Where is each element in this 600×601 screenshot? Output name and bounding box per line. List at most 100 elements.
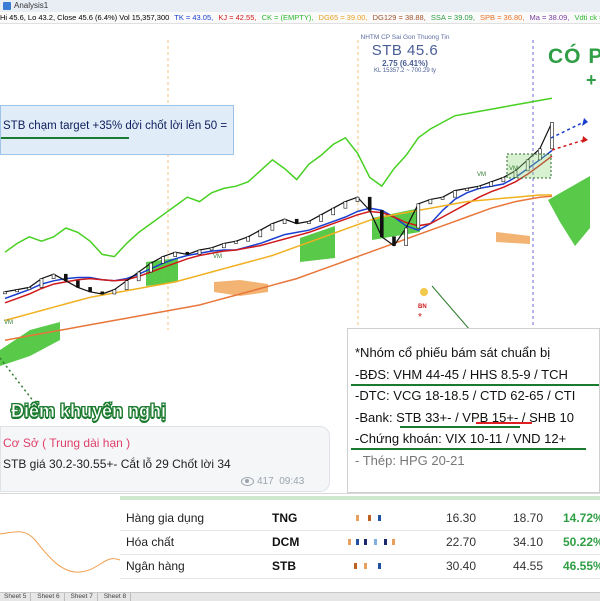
- price-candle: [161, 256, 165, 264]
- watchlist-line: -DTC: VCG 18-18.5 / CTD 62-65 / CTI: [355, 388, 576, 403]
- current-price: 34.10: [513, 535, 544, 549]
- ichimoku-cloud-green: [0, 322, 60, 366]
- watchlist-line: -Bank: STB 33+- / VPB 15+- / SHB 10: [355, 410, 574, 425]
- series-line-dg129: [4, 195, 553, 341]
- message-time: 09:43: [279, 476, 305, 487]
- ssa-value: SSA = 39.09,: [430, 13, 475, 22]
- mini-heat-cells: [348, 536, 398, 548]
- company-name: NHTM CP Sai Gon Thuong Tin: [360, 34, 450, 41]
- price-candle: [428, 199, 433, 205]
- signal-dot: [420, 288, 428, 296]
- price-candle: [379, 210, 384, 238]
- price-candle: [452, 190, 457, 198]
- watchlist-panel: *Nhóm cổ phiếu bám sát chuẩn bị -BĐS: VH…: [347, 328, 600, 493]
- price-candle: [197, 249, 202, 255]
- price-candle: [234, 240, 238, 244]
- mini-chart: [0, 531, 120, 573]
- sector-name: Ngân hàng: [126, 559, 185, 573]
- mini-heat-cells: [348, 512, 398, 524]
- dg65-value: DG65 = 39.00,: [318, 13, 368, 22]
- watchlist-line: - Thép: HPG 20-21: [355, 453, 465, 468]
- price-candle: [258, 229, 263, 238]
- price-candle: [27, 287, 32, 290]
- price-candle: [64, 273, 68, 282]
- ma-value: Ma = 38.09,: [529, 13, 570, 22]
- message-card: Cơ Sở ( Trung dài hạn ) STB giá 30.2-30.…: [0, 426, 330, 492]
- message-title: Cơ Sở ( Trung dài hạn ): [3, 436, 131, 450]
- star-marker: *: [418, 312, 422, 323]
- pointer-line: [431, 285, 471, 331]
- price-candle: [440, 196, 445, 200]
- arrowhead-icon: [582, 136, 588, 143]
- price-candle: [550, 122, 554, 150]
- price-candle: [392, 236, 396, 246]
- price-candle: [76, 280, 80, 288]
- vol-ck-value: Vdti ck = (EMPTY): [574, 13, 600, 22]
- series-line-kj: [4, 155, 553, 304]
- table-row[interactable]: Hóa chất DCM 22.70 34.10 50.22%: [120, 530, 600, 555]
- gain-percent: 50.22%: [563, 535, 600, 549]
- price-candle: [465, 188, 469, 191]
- entry-price: 30.40: [446, 559, 477, 573]
- price-candle: [173, 251, 177, 257]
- gain-percent: 14.72%: [563, 511, 600, 525]
- price-candle: [51, 273, 56, 279]
- current-price: 44.55: [513, 559, 544, 573]
- price-candle: [112, 289, 117, 295]
- mini-chart-line: [0, 531, 120, 573]
- sector-name: Hàng gia dụng: [126, 511, 205, 525]
- vm-marker: VM: [477, 172, 486, 178]
- vm-marker: VM: [4, 320, 13, 326]
- price-candle: [136, 271, 141, 282]
- price-candle: [15, 289, 19, 293]
- spb-value: SPB = 36.80,: [480, 13, 525, 22]
- price-candle: [88, 287, 92, 293]
- kj-value: KJ = 42.55,: [218, 13, 257, 22]
- note-underline: [1, 137, 129, 139]
- gain-percent: 46.55%: [563, 559, 600, 573]
- eye-icon: [241, 476, 254, 486]
- watchlist-line: -Chứng khoán: VIX 10-11 / VND 12+: [355, 431, 567, 446]
- watchlist-underline: [351, 448, 586, 450]
- dg129-value: DG129 = 38.88,: [372, 13, 426, 22]
- table-row[interactable]: Ngân hàng STB 30.40 44.55 46.55%: [120, 554, 600, 579]
- volume-strip: [120, 496, 600, 500]
- window-title: Analysis1: [14, 1, 49, 10]
- table-row[interactable]: Hàng gia dụng TNG 16.30 18.70 14.72%: [120, 506, 600, 531]
- price-candle: [246, 236, 250, 242]
- performance-table-area: Hàng gia dụng TNG 16.30 18.70 14.72% Hóa…: [0, 493, 600, 593]
- price-candle: [100, 291, 104, 295]
- series-line-tk: [4, 149, 553, 300]
- watchlist-title: *Nhóm cổ phiếu bám sát chuẩn bị: [355, 345, 551, 360]
- current-price: 18.70: [513, 511, 544, 525]
- pointer-line: [0, 357, 35, 403]
- view-count: 417: [257, 476, 274, 487]
- mini-heat-cells: [348, 560, 398, 572]
- volume-bar-strip: [120, 496, 600, 500]
- bn-marker: BN: [418, 304, 427, 310]
- ticker-price: STB 45.6: [371, 42, 439, 59]
- forecast-arrow-red: [551, 139, 585, 151]
- message-meta: 417 09:43: [241, 476, 304, 487]
- red-arrow: [476, 422, 532, 424]
- ichimoku-cloud-orange: [496, 232, 530, 244]
- watchlist-line: -BĐS: VHM 44-45 / HHS 8.5-9 / TCH: [355, 367, 568, 382]
- co-annotation: CÓ P: [548, 45, 600, 68]
- price-candle: [149, 262, 153, 273]
- price-candle: [416, 203, 421, 229]
- ticker-cell: TNG: [272, 511, 298, 525]
- tk-value: TK = 43.05,: [174, 13, 214, 22]
- price-candle: [124, 280, 129, 290]
- entry-price: 16.30: [446, 511, 477, 525]
- price-candle: [404, 227, 408, 246]
- stock-header: NHTM CP Sai Gon Thuong Tin STB 45.6 2.75…: [330, 34, 480, 74]
- price-candle: [331, 207, 336, 216]
- target-note-text: STB chạm target +35% dời chốt lời lên 50…: [3, 120, 228, 132]
- series-line-dg65: [4, 194, 552, 322]
- recommendation-label: Điểm khuyến nghị: [11, 401, 167, 422]
- price-candle: [307, 221, 311, 224]
- price-candle: [501, 177, 506, 183]
- entry-price: 22.70: [446, 535, 477, 549]
- volume-info: KL 15357.2 ~ 700.29 ty: [374, 68, 436, 74]
- price-candle: [355, 196, 360, 202]
